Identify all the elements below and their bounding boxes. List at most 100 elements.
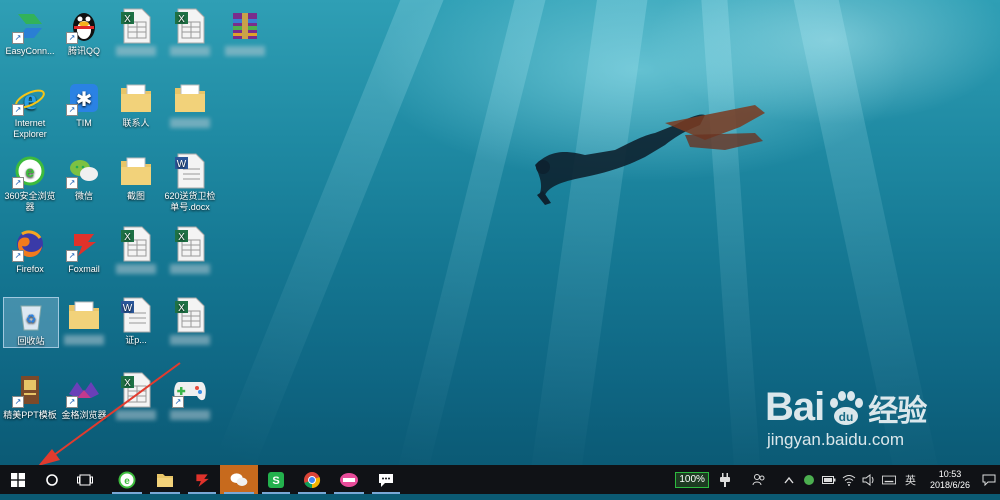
picture-app-icon: [339, 471, 359, 489]
shortcut-arrow-icon: ↗: [12, 104, 24, 116]
chat-app-icon: [377, 471, 395, 489]
kinggrid-browser-icon: ↗: [66, 372, 102, 408]
desktop-icon[interactable]: W 620送货卫检单号.docx: [163, 153, 217, 213]
desktop-icon[interactable]: 截图: [109, 153, 163, 202]
people-icon[interactable]: [752, 473, 766, 487]
taskbar-button[interactable]: S: [258, 465, 294, 494]
keyboard-icon[interactable]: [881, 473, 896, 487]
svg-text:e: e: [26, 164, 35, 181]
svg-text:e: e: [124, 476, 130, 487]
desktop-icon[interactable]: X: [163, 8, 217, 59]
input-method-indicator[interactable]: 英: [905, 473, 916, 487]
svg-text:♻: ♻: [26, 312, 37, 326]
obscured-label: [116, 264, 156, 274]
internet-explorer-icon: e ↗: [12, 80, 48, 116]
desktop-icon[interactable]: [218, 8, 272, 59]
desktop-icon[interactable]: 联系人: [109, 80, 163, 129]
desktop-icon[interactable]: ↗ 微信: [57, 153, 111, 202]
qq-tray-icon[interactable]: [802, 473, 816, 487]
power-plug-icon[interactable]: [718, 472, 732, 487]
svg-text:W: W: [123, 303, 133, 314]
shortcut-arrow-icon: ↗: [12, 396, 24, 408]
desktop-icon[interactable]: e ↗ Internet Explorer: [3, 80, 57, 140]
paw-icon: du: [830, 390, 864, 425]
diver-silhouette: [535, 105, 765, 205]
desktop-icon[interactable]: ✱ ↗ TIM: [57, 80, 111, 129]
desktop-icon-label: [163, 410, 217, 423]
folder-icon: [66, 297, 102, 333]
watermark-brand: Bai: [765, 385, 825, 429]
shortcut-arrow-icon: ↗: [66, 177, 78, 189]
shortcut-arrow-icon: ↗: [66, 32, 78, 44]
wifi-icon[interactable]: [842, 473, 856, 487]
desktop-icon[interactable]: ↗ EasyConn...: [3, 8, 57, 57]
desktop-icon[interactable]: X: [163, 226, 217, 277]
desktop-icon[interactable]: W 证p...: [109, 297, 163, 346]
obscured-label: [225, 46, 265, 56]
desktop-icon[interactable]: ↗ Firefox: [3, 226, 57, 275]
chevron-up-icon[interactable]: [782, 473, 796, 487]
desktop-icon[interactable]: e ↗ 360安全浏览器: [3, 153, 57, 213]
desktop-icon-label: [109, 410, 163, 423]
obscured-label: [116, 410, 156, 420]
system-tray: 100% 英 10:53 2018/6/26: [675, 465, 1000, 494]
clock-date: 2018/6/26: [929, 479, 970, 490]
desktop-icon[interactable]: X: [109, 226, 163, 277]
desktop-icon[interactable]: ♻ 回收站: [3, 297, 59, 348]
taskbar-button[interactable]: [368, 465, 404, 494]
desktop-icon-label: 截图: [126, 191, 145, 201]
battery-icon[interactable]: [821, 473, 836, 487]
desktop-icon-label: 回收站: [17, 336, 45, 346]
obscured-label: [116, 46, 156, 56]
svg-text:X: X: [178, 14, 185, 25]
folder-icon: [118, 80, 154, 116]
desktop-icon[interactable]: X: [109, 8, 163, 59]
desktop-icon-label: [109, 264, 163, 277]
desktop-icon[interactable]: [57, 297, 111, 348]
obscured-label: [64, 335, 104, 345]
desktop-icon[interactable]: ↗ 金格浏览器: [57, 372, 111, 421]
desktop-icon-label: 360安全浏览器: [4, 191, 56, 212]
word-file-icon: W: [118, 297, 154, 333]
chrome-icon: [303, 471, 321, 489]
desktop-icon-label: Firefox: [16, 264, 44, 274]
qq-penguin-icon: ↗: [66, 8, 102, 44]
wechat-icon: [229, 471, 249, 489]
desktop-icon[interactable]: X: [163, 297, 217, 348]
svg-text:W: W: [177, 159, 187, 170]
watermark-brand-suffix: 经验: [868, 394, 927, 428]
desktop-icon-label: 金格浏览器: [61, 410, 107, 420]
desktop-icon-label: [163, 118, 217, 131]
obscured-label: [170, 264, 210, 274]
desktop-icon[interactable]: ↗ 精美PPT模板: [3, 372, 57, 421]
recycle-bin-icon: ♻: [13, 298, 49, 334]
taskbar-button[interactable]: [146, 465, 184, 494]
svg-text:X: X: [178, 232, 185, 243]
volume-icon[interactable]: [862, 473, 876, 487]
desktop-icon[interactable]: ↗ 腾讯QQ: [57, 8, 111, 57]
taskbar-button[interactable]: [0, 465, 36, 494]
ppt-template-icon: ↗: [12, 372, 48, 408]
battery-percent-badge[interactable]: 100%: [675, 471, 709, 488]
action-center-button[interactable]: [978, 465, 1000, 494]
taskbar-button[interactable]: [68, 465, 102, 494]
taskbar-button[interactable]: e: [108, 465, 146, 494]
excel-file-icon: X: [118, 226, 154, 262]
desktop-icon-label: Foxmail: [68, 264, 100, 274]
taskbar-button[interactable]: [184, 465, 220, 494]
taskbar-button[interactable]: [36, 465, 68, 494]
desktop-icon-label: 620送货卫检单号.docx: [164, 191, 216, 212]
svg-text:du: du: [839, 410, 854, 424]
desktop-icon[interactable]: X: [109, 372, 163, 423]
desktop-icon-label: 腾讯QQ: [67, 46, 100, 56]
desktop-icon[interactable]: [163, 80, 217, 131]
desktop-icon[interactable]: ↗ Foxmail: [57, 226, 111, 275]
taskbar-button[interactable]: [294, 465, 330, 494]
taskbar-button[interactable]: [330, 465, 368, 494]
desktop-icon[interactable]: ↗: [163, 372, 217, 423]
desktop-icon-label: 联系人: [122, 118, 150, 128]
winrar-archive-icon: [227, 8, 263, 44]
clock[interactable]: 10:53 2018/6/26: [930, 469, 970, 491]
taskbar-button[interactable]: [220, 465, 258, 494]
start-windows-icon: [11, 472, 25, 487]
